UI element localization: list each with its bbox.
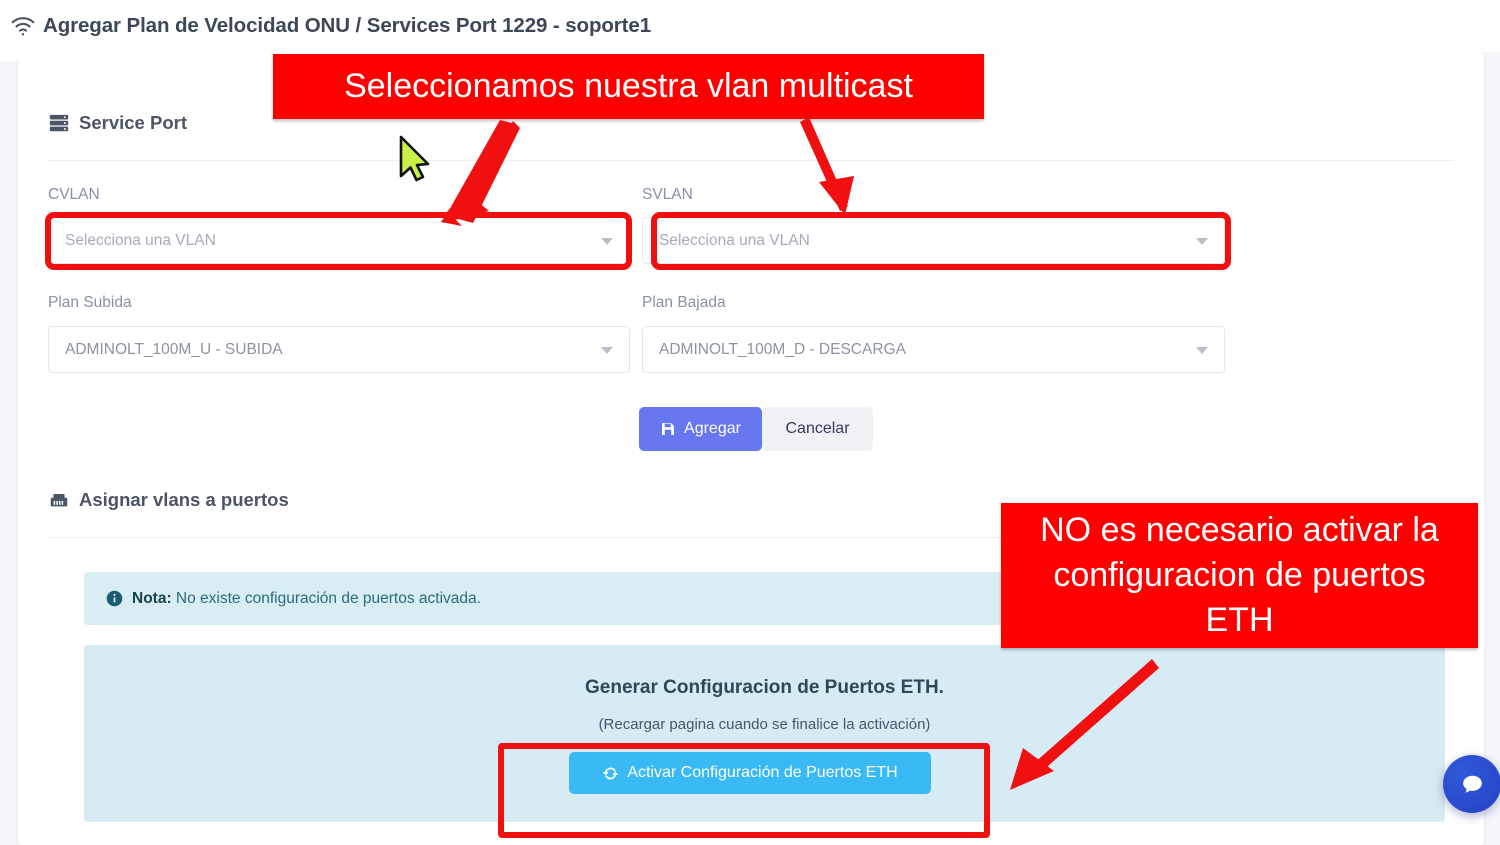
plan-bajada-select-value: ADMINOLT_100M_D - DESCARGA xyxy=(659,340,906,358)
chevron-down-icon xyxy=(601,238,613,245)
activar-config-puertos-eth-button[interactable]: Activar Configuración de Puertos ETH xyxy=(569,752,931,794)
service-port-heading: Service Port xyxy=(48,112,187,134)
cancelar-button-label: Cancelar xyxy=(785,420,850,437)
chevron-down-icon xyxy=(1196,238,1208,245)
page-header: Agregar Plan de Velocidad ONU / Services… xyxy=(0,0,1500,52)
eth-panel-title: Generar Configuracion de Puertos ETH. xyxy=(585,677,944,698)
agregar-button-label: Agregar xyxy=(684,420,741,437)
service-port-heading-label: Service Port xyxy=(79,112,187,133)
wifi-icon xyxy=(11,17,35,36)
plan-subida-label: Plan Subida xyxy=(48,294,132,311)
cancelar-button[interactable]: Cancelar xyxy=(762,407,873,451)
note-alert-message: No existe configuración de puertos activ… xyxy=(175,589,481,607)
service-port-divider xyxy=(48,160,1454,161)
note-alert-text: Nota: No existe configuración de puertos… xyxy=(132,590,481,608)
note-alert-label: Nota: xyxy=(132,589,172,607)
annotation-eth-text: NO es necesario activar la configuracion… xyxy=(1040,510,1439,640)
annotation-vlan-text: Seleccionamos nuestra vlan multicast xyxy=(344,66,913,105)
annotation-eth-box: NO es necesario activar la configuracion… xyxy=(1001,503,1478,648)
plan-bajada-label: Plan Bajada xyxy=(642,294,726,311)
server-stack-icon xyxy=(49,114,69,132)
eth-panel-subtitle: (Recargar pagina cuando se finalice la a… xyxy=(598,716,931,733)
save-icon xyxy=(662,423,675,435)
chevron-down-icon xyxy=(1196,347,1208,354)
ethernet-port-icon xyxy=(50,493,68,507)
asignar-vlans-heading-label: Asignar vlans a puertos xyxy=(79,489,289,510)
chat-bubble-icon xyxy=(1462,775,1482,792)
chevron-down-icon xyxy=(601,347,613,354)
eth-config-panel: Generar Configuracion de Puertos ETH. (R… xyxy=(84,645,1445,822)
plan-subida-select[interactable]: ADMINOLT_100M_U - SUBIDA xyxy=(48,326,630,373)
app-root: Agregar Plan de Velocidad ONU / Services… xyxy=(0,0,1500,845)
page-title: Agregar Plan de Velocidad ONU / Services… xyxy=(43,14,651,37)
annotation-vlan-box: Seleccionamos nuestra vlan multicast xyxy=(273,54,984,119)
content-card: Service Port CVLAN Selecciona una VLAN S… xyxy=(18,52,1484,845)
asignar-vlans-heading: Asignar vlans a puertos xyxy=(48,489,289,511)
svlan-select-value: Selecciona una VLAN xyxy=(659,231,810,249)
agregar-button[interactable]: Agregar xyxy=(639,407,762,451)
info-circle-icon xyxy=(106,590,123,607)
chat-widget-button[interactable] xyxy=(1443,755,1500,813)
cvlan-select[interactable]: Selecciona una VLAN xyxy=(48,217,630,264)
plan-bajada-select[interactable]: ADMINOLT_100M_D - DESCARGA xyxy=(642,326,1225,373)
svlan-label: SVLAN xyxy=(642,186,693,203)
plan-subida-select-value: ADMINOLT_100M_U - SUBIDA xyxy=(65,340,283,358)
cvlan-label: CVLAN xyxy=(48,186,100,203)
svlan-select[interactable]: Selecciona una VLAN xyxy=(642,217,1225,264)
activar-config-puertos-eth-label: Activar Configuración de Puertos ETH xyxy=(627,764,898,781)
cvlan-select-value: Selecciona una VLAN xyxy=(65,231,216,249)
sync-icon xyxy=(603,767,619,779)
